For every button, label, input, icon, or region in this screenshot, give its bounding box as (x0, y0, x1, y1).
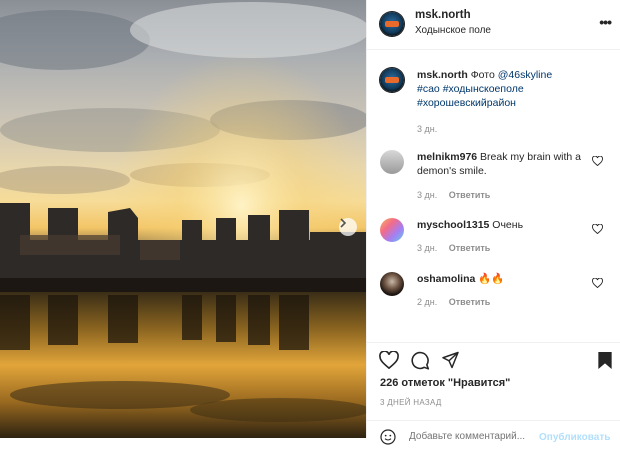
comment-meta: 3 дн. Ответить (417, 190, 499, 200)
share-icon[interactable] (441, 351, 460, 369)
comment-username[interactable]: myschool1315 (417, 219, 489, 231)
likes-count[interactable]: 226 отметок "Нравится" (380, 377, 510, 389)
post-caption: msk.north Фото @46skyline #сао #ходынско… (417, 68, 613, 136)
caption-text: Фото (470, 69, 495, 81)
chevron-right-icon (340, 218, 347, 228)
caption-username[interactable]: msk.north (417, 69, 468, 81)
post-location[interactable]: Ходынское поле (415, 25, 491, 36)
comment-avatar[interactable] (380, 150, 404, 174)
caption-time[interactable]: 3 дн. (417, 124, 437, 134)
hashtag[interactable]: #хорошевскийрайон (417, 97, 516, 109)
post-side-panel: msk.north Ходынское поле ••• msk.north Ф… (366, 0, 620, 445)
comment-time[interactable]: 3 дн. (417, 190, 437, 200)
reply-button[interactable]: Ответить (449, 243, 491, 253)
comment-meta: 3 дн. Ответить (417, 243, 499, 253)
comment-composer: Опубликовать (367, 420, 620, 451)
comment-body: melnikm976 Break my brain with a demon's… (417, 150, 589, 178)
emoji-icon[interactable] (380, 429, 396, 445)
comment-text: Очень (492, 219, 524, 231)
comment-body: myschool1315 Очень (417, 218, 589, 232)
comment-time[interactable]: 2 дн. (417, 297, 437, 307)
heart-icon[interactable] (592, 278, 603, 288)
comment-avatar[interactable] (380, 272, 404, 296)
comment-username[interactable]: melnikm976 (417, 151, 477, 163)
comment-meta: 2 дн. Ответить (417, 297, 499, 307)
author-avatar[interactable] (380, 12, 404, 36)
hashtag[interactable]: #ходынскоеполе (443, 83, 524, 95)
heart-icon[interactable] (592, 224, 603, 234)
like-heart-icon[interactable] (379, 351, 399, 369)
reply-button[interactable]: Ответить (449, 297, 491, 307)
author-username[interactable]: msk.north (415, 9, 471, 21)
more-options-icon[interactable]: ••• (599, 14, 612, 30)
bookmark-icon[interactable] (597, 351, 613, 370)
comment-input[interactable] (409, 431, 529, 442)
heart-icon[interactable] (592, 156, 603, 166)
comment-avatar[interactable] (380, 218, 404, 242)
caption-avatar[interactable] (380, 68, 404, 92)
reply-button[interactable]: Ответить (449, 190, 491, 200)
caption-mention[interactable]: @46skyline (498, 69, 552, 81)
comment-body: oshamolina 🔥🔥 (417, 272, 589, 286)
post-photo[interactable] (0, 0, 366, 438)
next-photo-button[interactable] (339, 218, 357, 236)
comment-time[interactable]: 3 дн. (417, 243, 437, 253)
comment-icon[interactable] (410, 351, 430, 370)
action-bar (367, 342, 620, 379)
skyline-illustration (0, 0, 366, 438)
hashtag[interactable]: #сао (417, 83, 440, 95)
post-date[interactable]: 3 ДНЕЙ НАЗАД (380, 398, 442, 407)
comment-text: 🔥🔥 (478, 273, 505, 285)
comment-username[interactable]: oshamolina (417, 273, 475, 285)
instagram-post: msk.north Ходынское поле ••• msk.north Ф… (0, 0, 620, 445)
post-header: msk.north Ходынское поле ••• (367, 0, 620, 50)
